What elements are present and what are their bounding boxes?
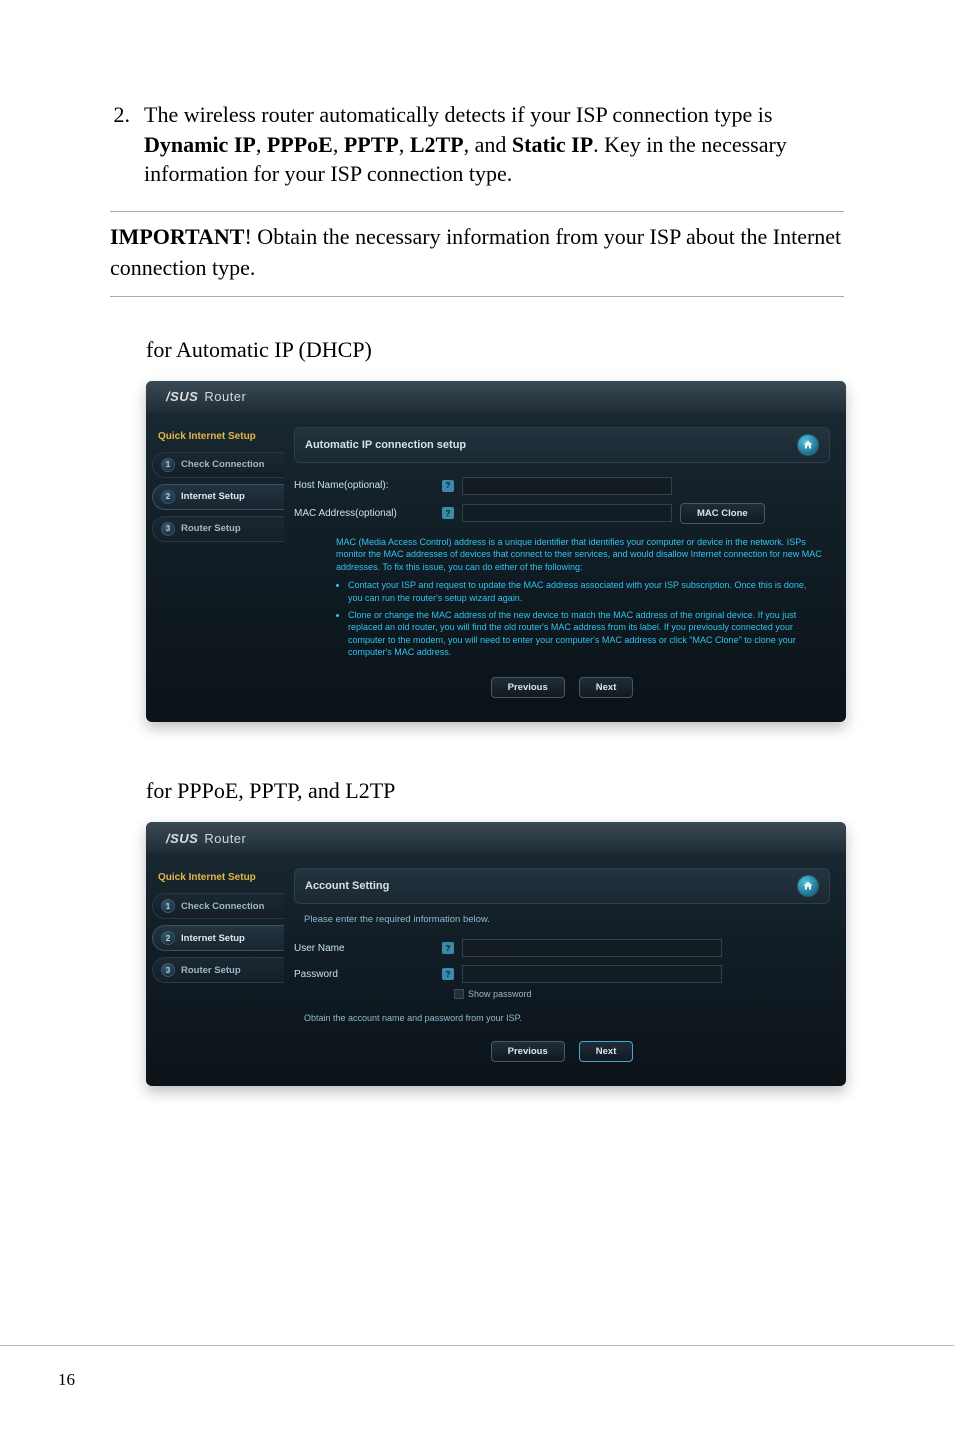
sidebar-item-internet-setup[interactable]: 2 Internet Setup — [152, 925, 284, 951]
mac-info-item-2: Clone or change the MAC address of the n… — [348, 609, 822, 659]
brand-logo: /SUS — [166, 389, 198, 404]
sidebar-item-label: Router Setup — [181, 965, 241, 976]
next-button[interactable]: Next — [579, 677, 634, 698]
sidebar-item-label: Router Setup — [181, 523, 241, 534]
password-label: Password — [294, 969, 434, 980]
brand-router: Router — [204, 389, 246, 404]
asus-panel-dhcp: /SUS Router Quick Internet Setup 1 Check… — [146, 381, 846, 722]
show-password-label: Show password — [468, 989, 532, 999]
password-input[interactable] — [462, 965, 722, 983]
username-input[interactable] — [462, 939, 722, 957]
help-icon[interactable]: ? — [442, 968, 454, 980]
host-name-row: Host Name(optional): ? — [294, 473, 830, 499]
mac-address-label: MAC Address(optional) — [294, 508, 434, 519]
show-password-checkbox[interactable] — [454, 989, 464, 999]
step-badge-icon: 2 — [161, 490, 175, 504]
sidebar-item-label: Internet Setup — [181, 933, 245, 944]
help-icon[interactable]: ? — [442, 507, 454, 519]
brand-router: Router — [204, 831, 246, 846]
sidebar-item-internet-setup[interactable]: 2 Internet Setup — [152, 484, 284, 510]
sidebar-item-label: Check Connection — [181, 459, 264, 470]
qis-label: Quick Internet Setup — [158, 431, 284, 442]
host-name-input[interactable] — [462, 477, 672, 495]
sidebar-item-label: Check Connection — [181, 901, 264, 912]
button-row: Previous Next — [294, 1027, 830, 1068]
mac-info-item-1: Contact your ISP and request to update t… — [348, 579, 822, 604]
help-icon[interactable]: ? — [442, 942, 454, 954]
card-titlebar: Account Setting — [294, 868, 830, 904]
asus-panel-account: /SUS Router Quick Internet Setup 1 Check… — [146, 822, 846, 1086]
step-text: The wireless router automatically detect… — [144, 100, 844, 189]
host-name-label: Host Name(optional): — [294, 480, 434, 491]
username-row: User Name ? — [294, 935, 830, 961]
previous-button[interactable]: Previous — [491, 677, 565, 698]
mac-address-input[interactable] — [462, 504, 672, 522]
isp-note: Obtain the account name and password fro… — [304, 1013, 830, 1023]
brand-logo: /SUS — [166, 831, 198, 846]
step-text-pre: The wireless router automatically detect… — [144, 102, 772, 127]
step-2: 2. The wireless router automatically det… — [110, 100, 844, 189]
asus-header: /SUS Router — [146, 822, 846, 854]
sidebar: Quick Internet Setup 1 Check Connection … — [146, 413, 284, 722]
important-callout: IMPORTANT! Obtain the necessary informat… — [110, 211, 844, 297]
mac-address-row: MAC Address(optional) ? MAC Clone — [294, 499, 830, 528]
step-b4: L2TP — [410, 132, 464, 157]
step-b1: Dynamic IP — [144, 132, 256, 157]
step-b5: Static IP — [512, 132, 593, 157]
mac-info-list: Contact your ISP and request to update t… — [294, 573, 830, 659]
show-password-row: Show password — [454, 989, 830, 999]
step-badge-icon: 1 — [161, 458, 175, 472]
home-icon[interactable] — [797, 875, 819, 897]
sidebar-item-router-setup[interactable]: 3 Router Setup — [152, 957, 284, 983]
step-badge-icon: 3 — [161, 522, 175, 536]
account-instruction: Please enter the required information be… — [304, 914, 830, 925]
heading-pppoe: for PPPoE, PPTP, and L2TP — [146, 778, 844, 804]
previous-button[interactable]: Previous — [491, 1041, 565, 1062]
step-badge-icon: 1 — [161, 899, 175, 913]
sidebar-item-check-connection[interactable]: 1 Check Connection — [152, 893, 284, 919]
button-row: Previous Next — [294, 663, 830, 704]
qis-label: Quick Internet Setup — [158, 872, 284, 883]
username-label: User Name — [294, 943, 434, 954]
page-footer: 16 — [0, 1345, 954, 1390]
mac-clone-button[interactable]: MAC Clone — [680, 503, 765, 524]
sidebar-item-router-setup[interactable]: 3 Router Setup — [152, 516, 284, 542]
step-badge-icon: 2 — [161, 931, 175, 945]
heading-dhcp: for Automatic IP (DHCP) — [146, 337, 844, 363]
sidebar-item-check-connection[interactable]: 1 Check Connection — [152, 452, 284, 478]
help-icon[interactable]: ? — [442, 480, 454, 492]
mac-info-paragraph: MAC (Media Access Control) address is a … — [294, 528, 830, 574]
important-label: IMPORTANT — [110, 224, 244, 249]
sidebar-item-label: Internet Setup — [181, 491, 245, 502]
password-row: Password ? — [294, 961, 830, 987]
page-number: 16 — [58, 1370, 75, 1389]
step-b2: PPPoE — [267, 132, 333, 157]
card-title: Automatic IP connection setup — [305, 439, 466, 451]
step-badge-icon: 3 — [161, 963, 175, 977]
sidebar: Quick Internet Setup 1 Check Connection … — [146, 854, 284, 1086]
step-b3: PPTP — [344, 132, 399, 157]
step-number: 2. — [110, 100, 130, 189]
next-button[interactable]: Next — [579, 1041, 634, 1062]
card-titlebar: Automatic IP connection setup — [294, 427, 830, 463]
home-icon[interactable] — [797, 434, 819, 456]
asus-header: /SUS Router — [146, 381, 846, 413]
card-title: Account Setting — [305, 880, 389, 892]
